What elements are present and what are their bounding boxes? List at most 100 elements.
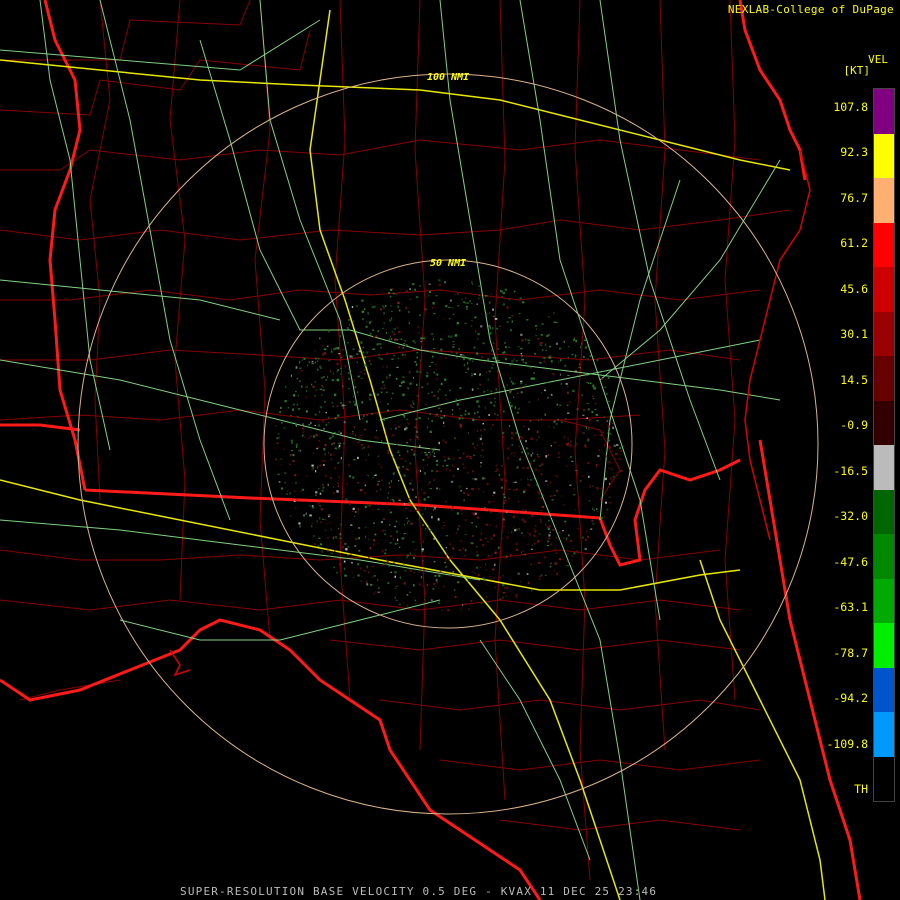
echo-pixel	[357, 375, 360, 378]
echo-pixel	[557, 452, 560, 455]
echo-pixel	[295, 482, 297, 484]
echo-pixel	[537, 399, 539, 401]
echo-pixel	[328, 556, 331, 558]
echo-pixel	[308, 423, 311, 426]
echo-pixel	[392, 287, 394, 290]
echo-pixel	[429, 488, 432, 490]
echo-pixel	[322, 484, 324, 486]
echo-pixel	[546, 382, 549, 383]
echo-pixel	[432, 306, 434, 309]
echo-pixel	[521, 358, 524, 361]
echo-pixel	[471, 478, 475, 480]
echo-pixel	[361, 310, 365, 313]
echo-pixel	[384, 305, 387, 307]
echo-pixel	[538, 577, 541, 580]
echo-pixel	[430, 448, 433, 450]
echo-pixel	[573, 552, 576, 555]
echo-pixel	[557, 419, 559, 421]
echo-pixel	[444, 501, 448, 503]
echo-pixel	[430, 505, 434, 508]
echo-pixel	[369, 398, 371, 401]
echo-pixel	[483, 578, 486, 581]
echo-pixel	[317, 368, 319, 371]
echo-pixel	[497, 546, 500, 549]
echo-pixel	[587, 345, 589, 347]
echo-pixel	[389, 542, 392, 544]
echo-pixel	[505, 346, 507, 349]
echo-pixel	[392, 500, 395, 502]
echo-pixel	[326, 523, 329, 525]
echo-pixel	[534, 352, 536, 355]
echo-pixel	[433, 561, 436, 563]
echo-pixel	[612, 475, 615, 478]
echo-pixel	[354, 510, 357, 513]
echo-pixel	[513, 290, 516, 293]
echo-pixel	[570, 444, 573, 447]
echo-pixel	[373, 522, 375, 524]
echo-pixel	[520, 353, 522, 355]
echo-pixel	[340, 432, 342, 434]
echo-pixel	[397, 301, 400, 305]
echo-pixel	[395, 520, 398, 523]
echo-pixel	[427, 382, 429, 386]
echo-pixel	[576, 470, 579, 473]
echo-pixel	[605, 471, 608, 473]
echo-pixel	[587, 462, 590, 465]
echo-pixel	[604, 370, 607, 372]
echo-pixel	[531, 438, 534, 440]
echo-pixel	[327, 452, 330, 454]
echo-pixel	[377, 455, 380, 457]
echo-pixel	[284, 472, 287, 474]
echo-pixel	[394, 342, 396, 344]
echo-pixel	[367, 445, 370, 448]
echo-pixel	[485, 569, 487, 571]
echo-pixel	[337, 414, 340, 417]
echo-pixel	[577, 428, 579, 430]
echo-pixel	[419, 445, 421, 447]
echo-pixel	[487, 378, 489, 381]
echo-pixel	[559, 404, 562, 406]
echo-pixel	[422, 560, 424, 562]
echo-pixel	[364, 429, 366, 431]
echo-pixel	[446, 554, 448, 556]
echo-pixel	[369, 547, 372, 550]
echo-pixel	[423, 568, 425, 571]
echo-pixel	[461, 417, 464, 420]
echo-pixel	[387, 492, 390, 494]
echo-pixel	[353, 576, 355, 579]
echo-pixel	[490, 578, 492, 581]
echo-pixel	[411, 283, 415, 286]
echo-pixel	[459, 423, 462, 426]
echo-pixel	[454, 334, 457, 338]
echo-pixel	[398, 480, 400, 482]
echo-pixel	[403, 533, 406, 535]
echo-pixel	[373, 336, 376, 339]
echo-pixel	[435, 363, 437, 366]
echo-pixel	[393, 333, 396, 336]
echo-pixel	[592, 523, 595, 525]
echo-pixel	[515, 594, 518, 596]
echo-pixel	[372, 476, 374, 479]
echo-pixel	[458, 417, 461, 420]
echo-pixel	[349, 372, 352, 374]
echo-pixel	[369, 303, 372, 305]
echo-pixel	[339, 537, 342, 539]
echo-pixel	[420, 488, 423, 491]
echo-pixel	[410, 479, 413, 481]
echo-pixel	[314, 361, 316, 364]
echo-pixel	[540, 418, 543, 420]
echo-pixel	[334, 549, 336, 553]
echo-pixel	[439, 570, 442, 573]
echo-pixel	[481, 449, 484, 452]
echo-pixel	[312, 435, 316, 438]
echo-pixel	[467, 432, 469, 434]
echo-pixel	[319, 388, 322, 390]
echo-pixel	[474, 316, 477, 319]
echo-pixel	[581, 432, 584, 434]
echo-pixel	[515, 596, 517, 599]
echo-pixel	[594, 434, 596, 436]
echo-pixel	[416, 370, 419, 373]
echo-pixel	[292, 459, 295, 462]
echo-pixel	[474, 412, 476, 415]
echo-pixel	[309, 435, 312, 437]
